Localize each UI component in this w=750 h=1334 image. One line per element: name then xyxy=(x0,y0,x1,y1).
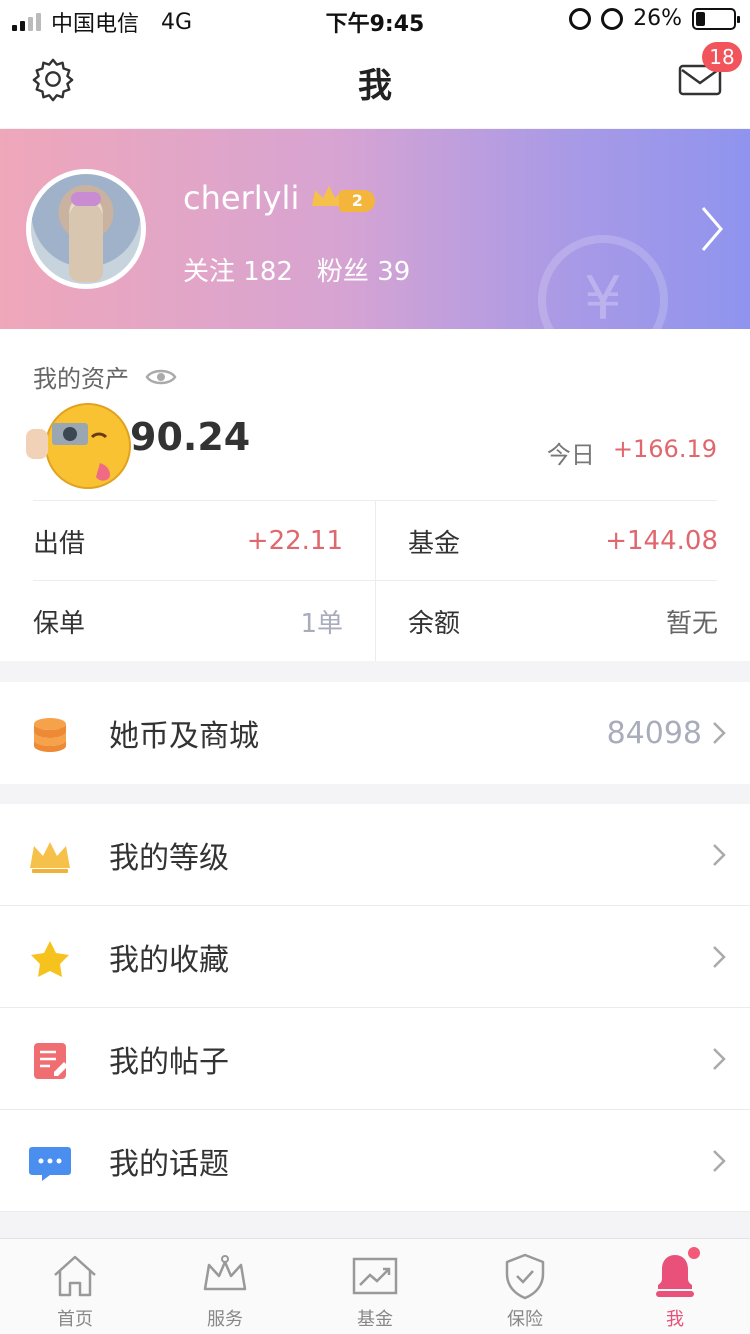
chevron-right-icon xyxy=(713,946,726,968)
home-icon xyxy=(54,1255,96,1297)
tab-insurance[interactable]: 保险 xyxy=(450,1239,600,1334)
cell-key: 余额 xyxy=(408,608,461,639)
coins-value: 84098 xyxy=(606,715,702,751)
username: cherlyli xyxy=(183,179,300,217)
coins-section: 她币及商城 84098 xyxy=(0,682,750,784)
battery-percent: 26% xyxy=(633,6,682,31)
divider xyxy=(375,500,376,661)
follow-stats: 关注 182 粉丝 39 xyxy=(183,251,410,288)
today-value: +166.19 xyxy=(612,435,717,463)
orientation-lock-icon xyxy=(569,7,592,30)
menu-item-favorites[interactable]: 我的收藏 xyxy=(0,906,750,1008)
chevron-right-icon xyxy=(713,1048,726,1070)
chevron-right-icon xyxy=(713,722,726,744)
chevron-right-icon xyxy=(713,844,726,866)
avatar-hair xyxy=(69,202,103,282)
crown-outline-icon xyxy=(203,1255,247,1291)
asset-cell-policy[interactable]: 保单 1单 xyxy=(33,581,343,661)
vip-level-badge: 2 xyxy=(309,182,376,214)
emoji-sticker xyxy=(26,403,131,489)
nav-bar: 我 18 xyxy=(0,40,750,128)
tab-label: 服务 xyxy=(207,1309,243,1330)
tab-bar: 首页 服务 基金 保险 我 xyxy=(0,1238,750,1334)
cell-value: +22.11 xyxy=(246,526,343,556)
chevron-right-icon[interactable] xyxy=(700,205,724,253)
shield-icon xyxy=(505,1253,545,1300)
menu-section: 我的等级 我的收藏 我的帖子 我的话题 xyxy=(0,804,750,1212)
mail-badge: 18 xyxy=(702,42,742,72)
menu-item-topics[interactable]: 我的话题 xyxy=(0,1110,750,1212)
assets-total: 90.24 xyxy=(130,415,251,459)
avatar-flower xyxy=(71,192,101,206)
status-bar: 中国电信 4G 下午9:45 26% xyxy=(0,0,750,40)
status-right: 26% xyxy=(569,6,740,31)
profile-banner[interactable]: cherlyli 2 关注 182 粉丝 39 ¥ xyxy=(0,129,750,329)
username-row: cherlyli 2 xyxy=(183,179,376,217)
asset-cell-balance[interactable]: 余额 暂无 xyxy=(408,581,718,661)
chevron-right-icon xyxy=(713,1150,726,1172)
assets-label: 我的资产 xyxy=(33,365,129,393)
vip-level: 2 xyxy=(339,190,376,212)
menu-label: 我的等级 xyxy=(109,841,229,876)
topic-icon xyxy=(29,1147,71,1181)
asset-cell-fund[interactable]: 基金 +144.08 xyxy=(408,501,718,581)
cell-value: 1单 xyxy=(300,608,343,639)
tab-fund[interactable]: 基金 xyxy=(300,1239,450,1334)
alarm-icon xyxy=(601,7,624,30)
coins-label: 她币及商城 xyxy=(109,719,259,754)
today-label: 今日 xyxy=(546,441,595,469)
cell-key: 出借 xyxy=(33,528,86,559)
fans-stat[interactable]: 粉丝 39 xyxy=(317,251,410,288)
tab-label: 保险 xyxy=(507,1309,543,1330)
battery-icon xyxy=(692,7,740,30)
menu-label: 我的帖子 xyxy=(109,1045,229,1080)
tab-me[interactable]: 我 xyxy=(600,1239,750,1334)
tab-label: 我 xyxy=(666,1309,684,1330)
menu-item-posts[interactable]: 我的帖子 xyxy=(0,1008,750,1110)
menu-item-level[interactable]: 我的等级 xyxy=(0,804,750,906)
star-icon xyxy=(31,941,69,977)
divider xyxy=(0,1211,750,1212)
today-earnings: 今日 +166.19 xyxy=(547,435,717,470)
tab-home[interactable]: 首页 xyxy=(0,1239,150,1334)
cell-key: 保单 xyxy=(33,608,86,639)
cell-value: 暂无 xyxy=(665,608,718,639)
avatar[interactable] xyxy=(26,169,146,289)
assets-card: 我的资产 90.24 今日 +166.19 出借 +22.11 基金 +144.… xyxy=(0,329,750,661)
tab-label: 基金 xyxy=(357,1309,393,1330)
coins-row[interactable]: 她币及商城 84098 xyxy=(0,682,750,784)
cell-key: 基金 xyxy=(408,528,461,559)
menu-label: 我的收藏 xyxy=(109,943,229,978)
asset-cell-lending[interactable]: 出借 +22.11 xyxy=(33,501,343,581)
yuan-coin-decoration: ¥ xyxy=(538,235,668,329)
assets-header: 我的资产 xyxy=(33,359,177,394)
tab-services[interactable]: 服务 xyxy=(150,1239,300,1334)
notification-dot xyxy=(688,1247,700,1259)
chart-icon xyxy=(352,1257,398,1295)
page-title: 我 xyxy=(358,66,392,106)
coin-stack-icon xyxy=(34,718,66,752)
tab-label: 首页 xyxy=(57,1309,93,1330)
following-stat[interactable]: 关注 182 xyxy=(183,251,293,288)
eye-icon[interactable] xyxy=(145,366,177,388)
crown-icon xyxy=(30,842,70,873)
menu-label: 我的话题 xyxy=(109,1147,229,1182)
post-icon xyxy=(34,1043,68,1079)
cell-value: +144.08 xyxy=(605,526,718,556)
